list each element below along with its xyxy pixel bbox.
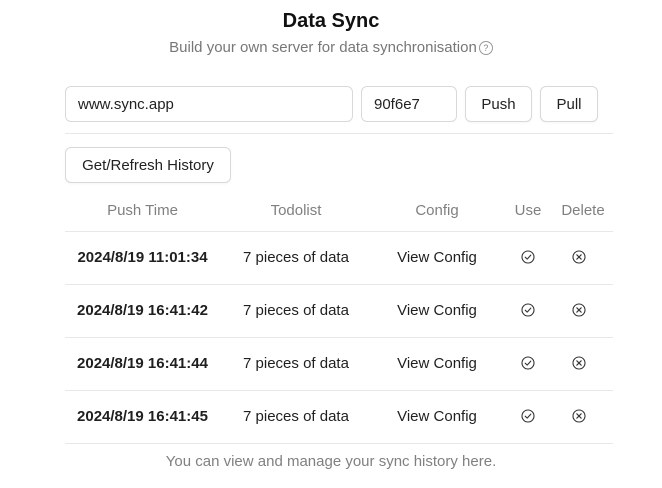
- push-time-cell: 2024/8/19 16:41:42: [77, 302, 208, 319]
- close-circle-icon[interactable]: [567, 301, 591, 319]
- close-circle-icon[interactable]: [567, 248, 591, 266]
- view-config-link[interactable]: View Config: [380, 355, 494, 372]
- column-header-delete: Delete: [561, 202, 605, 219]
- close-circle-icon[interactable]: [567, 354, 591, 372]
- divider: [65, 231, 613, 232]
- check-circle-icon[interactable]: [516, 301, 540, 319]
- subtitle-text: Build your own server for data synchroni…: [169, 39, 477, 56]
- push-time-cell: 2024/8/19 16:41:45: [77, 408, 208, 425]
- check-circle-icon[interactable]: [516, 248, 540, 266]
- view-config-link[interactable]: View Config: [380, 249, 494, 266]
- row-divider: [65, 337, 613, 338]
- check-circle-icon[interactable]: [516, 407, 540, 425]
- sync-token-input[interactable]: [361, 86, 457, 122]
- push-button[interactable]: Push: [465, 86, 532, 122]
- column-header-use: Use: [514, 202, 542, 219]
- check-circle-icon[interactable]: [516, 354, 540, 372]
- close-circle-icon[interactable]: [567, 407, 591, 425]
- page-subtitle: Build your own server for data synchroni…: [0, 39, 662, 56]
- todolist-cell: 7 pieces of data: [243, 302, 349, 319]
- view-config-link[interactable]: View Config: [380, 302, 494, 319]
- page-title: Data Sync: [282, 10, 380, 32]
- column-header-todolist: Todolist: [270, 202, 322, 219]
- row-divider: [65, 284, 613, 285]
- row-divider: [65, 443, 613, 444]
- push-time-cell: 2024/8/19 11:01:34: [77, 249, 208, 266]
- push-time-cell: 2024/8/19 16:41:44: [77, 355, 208, 372]
- view-config-link[interactable]: View Config: [380, 408, 494, 425]
- refresh-history-button[interactable]: Get/Refresh History: [65, 147, 231, 183]
- help-icon[interactable]: ?: [478, 41, 493, 55]
- column-header-push-time: Push Time: [107, 202, 178, 219]
- todolist-cell: 7 pieces of data: [243, 249, 349, 266]
- pull-button[interactable]: Pull: [540, 86, 598, 122]
- row-divider: [65, 390, 613, 391]
- divider: [65, 133, 613, 134]
- todolist-cell: 7 pieces of data: [243, 355, 349, 372]
- todolist-cell: 7 pieces of data: [243, 408, 349, 425]
- column-header-config: Config: [415, 202, 459, 219]
- server-url-input[interactable]: [65, 86, 353, 122]
- footer-note: You can view and manage your sync histor…: [165, 453, 497, 470]
